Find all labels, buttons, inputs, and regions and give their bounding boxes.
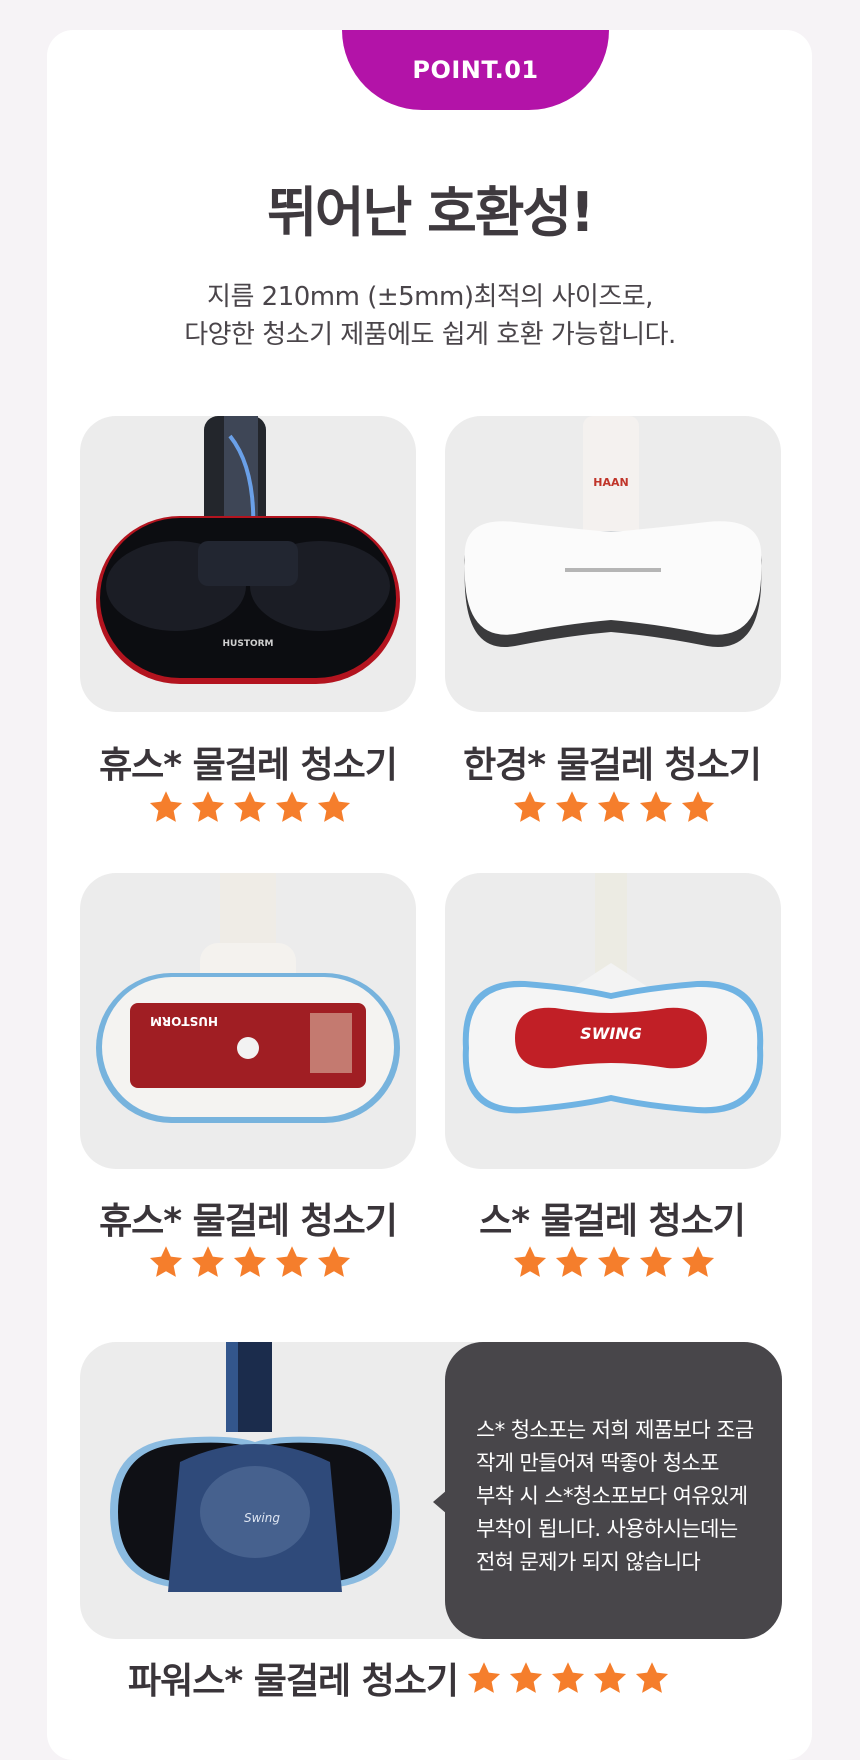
- star-icon: [190, 1244, 226, 1280]
- star-icon: [148, 789, 184, 825]
- star-icon: [232, 1244, 268, 1280]
- star-icon: [274, 789, 310, 825]
- product-rating-2: [512, 789, 716, 825]
- star-icon: [554, 1244, 590, 1280]
- product-brand-text-3: HUSTORM: [150, 1014, 218, 1028]
- star-icon: [596, 1244, 632, 1280]
- product-rating-3: [148, 1244, 352, 1280]
- star-icon: [638, 1244, 674, 1280]
- speech-bubble: 스* 청소포는 저희 제품보다 조금 작게 만들어져 딱좋아 청소포 부착 시 …: [445, 1342, 782, 1639]
- subtitle-line-1: 지름 210mm (±5mm)최적의 사이즈로,: [207, 282, 653, 312]
- star-icon: [634, 1660, 670, 1696]
- product-brand-text-2: HAAN: [593, 476, 628, 489]
- bubble-text: 스* 청소포는 저희 제품보다 조금 작게 만들어져 딱좋아 청소포 부착 시 …: [476, 1414, 766, 1579]
- star-icon: [512, 789, 548, 825]
- bubble-line: 부착 시 스*청소포보다 여유있게: [476, 1484, 748, 1508]
- featured-caption: 파워스* 물걸레 청소기: [128, 1661, 459, 1702]
- star-icon: [680, 1244, 716, 1280]
- star-icon: [638, 789, 674, 825]
- star-icon: [680, 789, 716, 825]
- star-icon: [148, 1244, 184, 1280]
- star-icon: [550, 1660, 586, 1696]
- product-image-1: HUSTORM: [80, 416, 416, 712]
- headline: 뛰어난 호환성!: [267, 181, 595, 244]
- star-icon: [190, 789, 226, 825]
- star-icon: [466, 1660, 502, 1696]
- bubble-line: 작게 만들어져 딱좋아 청소포: [476, 1451, 719, 1475]
- star-icon: [554, 789, 590, 825]
- star-icon: [274, 1244, 310, 1280]
- product-caption-2: 한경* 물걸레 청소기: [463, 745, 762, 786]
- featured-rating: [466, 1660, 670, 1696]
- star-icon: [512, 1244, 548, 1280]
- product-rating-1: [148, 789, 352, 825]
- product-caption-1: 휴스* 물걸레 청소기: [99, 745, 398, 786]
- product-brand-text-1: HUSTORM: [223, 639, 274, 649]
- product-caption-4: 스* 물걸레 청소기: [479, 1201, 746, 1242]
- star-icon: [596, 789, 632, 825]
- star-icon: [232, 789, 268, 825]
- product-image-3: HUSTORM: [80, 873, 416, 1169]
- featured-brand-text: Swing: [244, 1511, 280, 1525]
- star-icon: [316, 1244, 352, 1280]
- star-icon: [508, 1660, 544, 1696]
- star-icon: [316, 789, 352, 825]
- point-badge: POINT.01: [342, 30, 609, 110]
- star-icon: [592, 1660, 628, 1696]
- product-image-2: HAAN: [445, 416, 781, 712]
- product-image-4: SWING: [445, 873, 781, 1169]
- bubble-line: 스* 청소포는 저희 제품보다 조금: [476, 1418, 754, 1442]
- product-brand-text-4: SWING: [580, 1024, 642, 1043]
- bubble-line: 부착이 됩니다. 사용하시는데는: [476, 1517, 738, 1541]
- product-rating-4: [512, 1244, 716, 1280]
- product-caption-3: 휴스* 물걸레 청소기: [99, 1201, 398, 1242]
- bubble-line: 전혀 문제가 되지 않습니다: [476, 1550, 701, 1574]
- subtitle-line-2: 다양한 청소기 제품에도 쉽게 호환 가능합니다.: [184, 320, 676, 350]
